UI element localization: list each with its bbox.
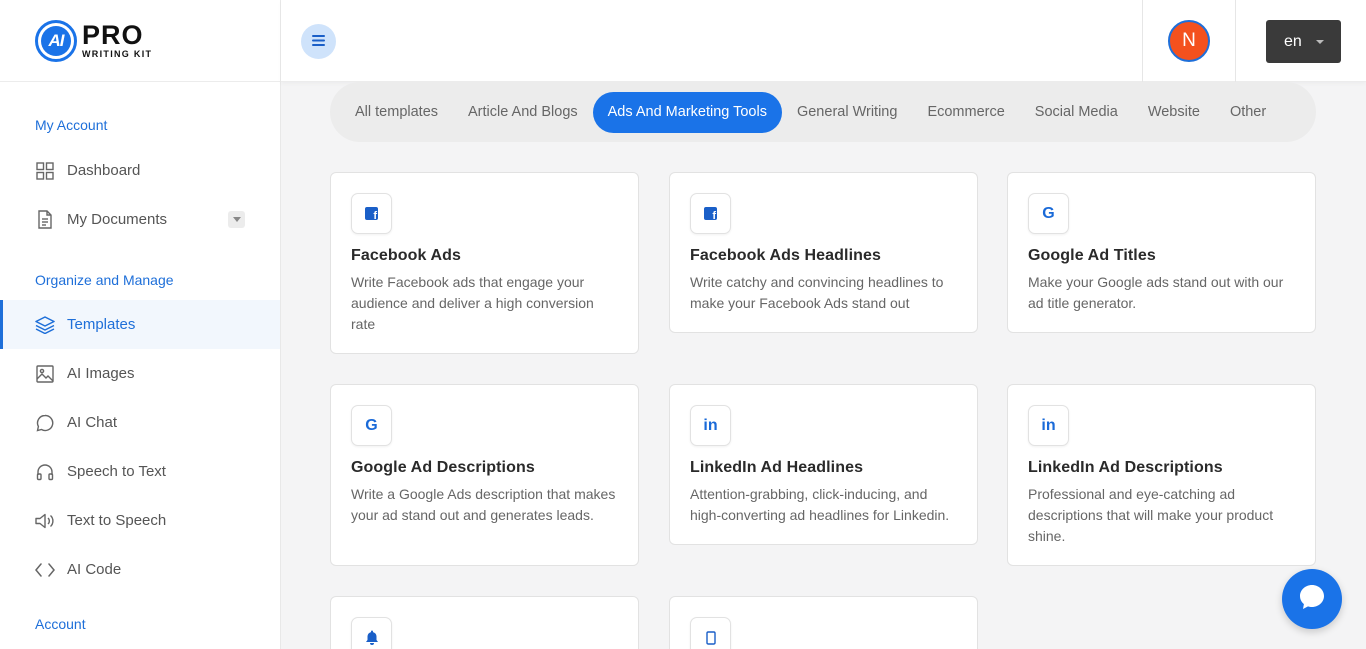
bell-icon — [351, 617, 392, 649]
header-divider — [1235, 0, 1236, 82]
card-title: LinkedIn Ad Descriptions — [1028, 459, 1223, 476]
tab-other[interactable]: Other — [1215, 92, 1281, 133]
template-card-partial[interactable] — [330, 596, 639, 649]
card-description: Write Facebook ads that engage your audi… — [351, 274, 594, 332]
sidebar-item-ai-code[interactable]: AI Code — [0, 545, 280, 594]
template-card-facebook-ads-headlines[interactable]: Facebook Ads Headlines Write catchy and … — [669, 172, 978, 333]
linkedin-icon: in — [1028, 405, 1069, 446]
brand-logo[interactable]: AI PRO WRITING KIT — [0, 0, 280, 82]
card-description: Professional and eye-catching ad descrip… — [1028, 486, 1274, 544]
headphones-icon — [35, 462, 55, 482]
card-description: Attention-grabbing, click-inducing, and … — [690, 486, 950, 523]
template-card-linkedin-ad-headlines[interactable]: in LinkedIn Ad Headlines Attention-grabb… — [669, 384, 978, 545]
logo-name: PRO — [82, 20, 144, 50]
sidebar-item-label: AI Images — [67, 365, 135, 382]
sidebar-item-label: AI Code — [67, 561, 122, 578]
sidebar-item-speech-to-text[interactable]: Speech to Text — [0, 447, 280, 496]
chat-icon — [35, 413, 55, 433]
sidebar-item-ai-images[interactable]: AI Images — [0, 349, 280, 398]
card-description: Make your Google ads stand out with our … — [1028, 274, 1284, 311]
hamburger-icon — [312, 33, 325, 51]
section-title-my-account: My Account — [35, 117, 108, 133]
mobile-icon — [690, 617, 731, 649]
image-icon — [35, 364, 55, 384]
logo-mark: AI — [35, 19, 77, 62]
tab-ecommerce[interactable]: Ecommerce — [912, 92, 1019, 133]
sidebar-item-label: AI Chat — [67, 414, 118, 431]
chevron-down-icon[interactable] — [228, 211, 245, 228]
template-category-tabs: All templates Article And Blogs Ads And … — [330, 82, 1316, 142]
google-icon: G — [1028, 193, 1069, 234]
template-card-google-ad-titles[interactable]: G Google Ad Titles Make your Google ads … — [1007, 172, 1316, 333]
sidebar-item-label: Templates — [67, 316, 136, 333]
template-card-partial[interactable] — [669, 596, 978, 649]
section-title-account: Account — [35, 616, 86, 632]
language-value: en — [1284, 32, 1302, 50]
layers-icon — [35, 315, 55, 335]
sidebar-item-ai-chat[interactable]: AI Chat — [0, 398, 280, 447]
chat-bubble-icon — [1297, 582, 1327, 617]
tab-social-media[interactable]: Social Media — [1020, 92, 1133, 133]
facebook-icon — [690, 193, 731, 234]
speaker-icon — [35, 511, 55, 531]
live-chat-button[interactable] — [1282, 569, 1342, 629]
card-title: Google Ad Descriptions — [351, 459, 535, 476]
code-icon — [35, 560, 55, 580]
logo-mark-text: AI — [48, 30, 65, 50]
caret-down-icon — [1315, 39, 1324, 44]
tab-article-and-blogs[interactable]: Article And Blogs — [453, 92, 593, 133]
language-select[interactable]: en — [1266, 20, 1341, 63]
sidebar-item-label: My Documents — [67, 211, 168, 228]
tab-all-templates[interactable]: All templates — [340, 92, 453, 133]
tab-website[interactable]: Website — [1133, 92, 1215, 133]
template-card-facebook-ads[interactable]: Facebook Ads Write Facebook ads that eng… — [330, 172, 639, 354]
grid-icon — [35, 161, 55, 181]
section-title-organize: Organize and Manage — [35, 272, 174, 288]
google-icon: G — [351, 405, 392, 446]
card-title: Facebook Ads — [351, 247, 461, 264]
template-card-google-ad-descriptions[interactable]: G Google Ad Descriptions Write a Google … — [330, 384, 639, 566]
top-header: N en — [281, 0, 1366, 82]
card-title: LinkedIn Ad Headlines — [690, 459, 864, 476]
sidebar-item-text-to-speech[interactable]: Text to Speech — [0, 496, 280, 545]
sidebar-item-label: Speech to Text — [67, 463, 166, 480]
document-icon — [35, 210, 55, 230]
sidebar-item-dashboard[interactable]: Dashboard — [0, 146, 280, 195]
sidebar-item-label: Text to Speech — [67, 512, 167, 529]
menu-toggle-button[interactable] — [301, 24, 336, 59]
sidebar-item-templates[interactable]: Templates — [0, 300, 280, 349]
sidebar: AI PRO WRITING KIT My Account Dashboard … — [0, 0, 281, 649]
tab-ads-and-marketing[interactable]: Ads And Marketing Tools — [592, 91, 782, 133]
logo-tagline: WRITING KIT — [82, 49, 153, 59]
card-description: Write a Google Ads description that make… — [351, 486, 616, 523]
avatar[interactable]: N — [1168, 20, 1210, 62]
sidebar-item-label: Dashboard — [67, 162, 141, 179]
card-title: Google Ad Titles — [1028, 247, 1156, 264]
template-card-linkedin-ad-descriptions[interactable]: in LinkedIn Ad Descriptions Professional… — [1007, 384, 1316, 566]
card-description: Write catchy and convincing headlines to… — [690, 274, 944, 311]
header-divider — [1142, 0, 1143, 82]
tab-general-writing[interactable]: General Writing — [782, 92, 912, 133]
facebook-icon — [351, 193, 392, 234]
linkedin-icon: in — [690, 405, 731, 446]
sidebar-item-my-documents[interactable]: My Documents — [0, 195, 280, 244]
card-title: Facebook Ads Headlines — [690, 247, 881, 264]
